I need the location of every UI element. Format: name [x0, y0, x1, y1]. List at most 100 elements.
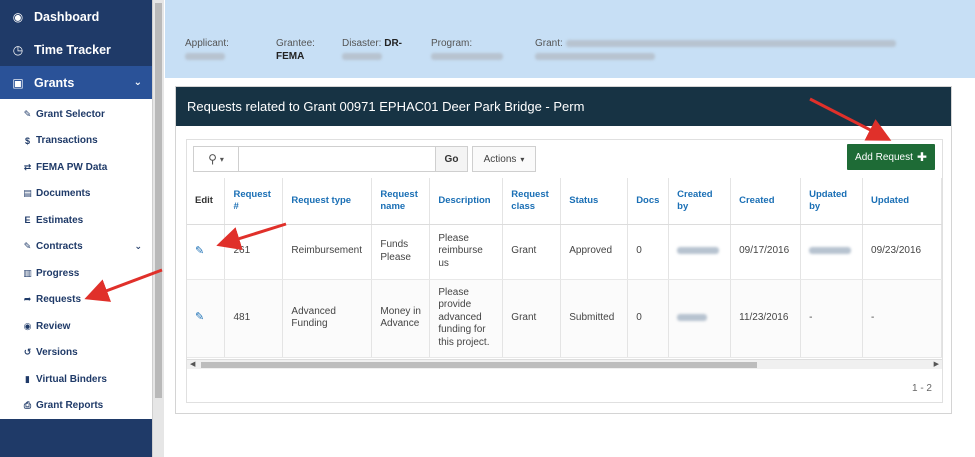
- sidebar-item-label: Grants: [34, 75, 75, 90]
- chevron-down-icon: ▾: [219, 154, 224, 164]
- grant-info-bar: Applicant: Grantee: FEMA Disaster: DR- P…: [165, 0, 975, 78]
- col-status[interactable]: Status: [560, 178, 629, 225]
- col-edit: Edit: [187, 178, 226, 225]
- sidebar-item-review[interactable]: ◉ Review: [0, 313, 152, 340]
- sidebar-item-label: Contracts: [36, 241, 83, 253]
- program-info: Program:: [431, 37, 503, 63]
- edit-icon: ✎: [23, 241, 32, 252]
- sidebar-item-dashboard[interactable]: ◉ Dashboard: [0, 0, 152, 33]
- col-updated[interactable]: Updated: [862, 178, 942, 225]
- search-column-button[interactable]: ⚲ ▾: [194, 147, 239, 171]
- redacted-value: [677, 313, 708, 321]
- report-toolbar: ⚲ ▾ Go Actions ▾: [193, 146, 536, 172]
- sidebar-item-label: Dashboard: [34, 9, 100, 24]
- cell-updated-by: -: [800, 279, 864, 358]
- cell-updated-by: [800, 224, 864, 280]
- clock-icon: ◷: [12, 42, 24, 57]
- sidebar-item-contracts[interactable]: ✎ Contracts ⌄: [0, 234, 152, 261]
- grantee-info: Grantee: FEMA: [276, 37, 315, 63]
- money-icon: ▣: [12, 75, 24, 90]
- cell-request-num: 261: [224, 224, 284, 280]
- chevron-down-icon: ▾: [520, 154, 525, 164]
- col-created-by[interactable]: Created by: [668, 178, 732, 225]
- panel-title: Requests related to Grant 00971 EPHAC01 …: [176, 87, 951, 126]
- sidebar-item-label: Estimates: [36, 214, 84, 226]
- cell-request-type: Reimbursement: [282, 224, 373, 280]
- chevron-down-icon: ⌄: [134, 241, 142, 252]
- col-request-name[interactable]: Request name: [371, 178, 431, 225]
- cell-request-class: Grant: [502, 224, 562, 280]
- cell-updated: 09/23/2016: [862, 224, 942, 280]
- horizontal-scrollbar[interactable]: ◀ ▶: [187, 359, 942, 369]
- sidebar-item-grant-reports[interactable]: ⎙ Grant Reports: [0, 393, 152, 420]
- share-icon: ➦: [23, 294, 32, 305]
- history-icon: ↺: [23, 347, 32, 358]
- sidebar-item-requests[interactable]: ➦ Requests: [0, 287, 152, 314]
- scrollbar-thumb[interactable]: [201, 362, 757, 368]
- redacted-value: [535, 52, 655, 60]
- cell-description: Please provide advanced funding for this…: [429, 279, 504, 358]
- cell-request-class: Grant: [502, 279, 562, 358]
- cell-created-by: [668, 279, 732, 358]
- book-icon: ▮: [25, 373, 30, 384]
- sidebar-item-label: Requests: [36, 294, 82, 306]
- eye-icon: ◉: [23, 320, 32, 331]
- sidebar-item-grant-selector[interactable]: ✎ Grant Selector: [0, 101, 152, 128]
- disaster-info: Disaster: DR-: [342, 37, 402, 63]
- sidebar: ◉ Dashboard ◷ Time Tracker ▣ Grants ⌄ ✎ G…: [0, 0, 152, 457]
- sidebar-item-grants[interactable]: ▣ Grants ⌄: [0, 66, 152, 99]
- table-row: ✎ 481 Advanced Funding Money in Advance …: [187, 279, 942, 358]
- sidebar-item-fema-pw-data[interactable]: ⇄ FEMA PW Data: [0, 154, 152, 181]
- search-group: ⚲ ▾ Go: [193, 146, 468, 172]
- disaster-label: Disaster:: [342, 38, 382, 49]
- scrollbar-thumb[interactable]: [155, 3, 162, 398]
- col-request-num[interactable]: Request #: [224, 178, 284, 225]
- cell-created: 09/17/2016: [730, 224, 802, 280]
- bar-chart-icon: ▥: [23, 267, 32, 278]
- scroll-left-icon[interactable]: ◀: [190, 360, 195, 370]
- pencil-icon[interactable]: ✎: [195, 311, 204, 323]
- go-button[interactable]: Go: [435, 147, 467, 171]
- sidebar-item-virtual-binders[interactable]: ▮ Virtual Binders: [0, 366, 152, 393]
- col-request-class[interactable]: Request class: [502, 178, 562, 225]
- col-created[interactable]: Created: [730, 178, 802, 225]
- grants-submenu: ✎ Grant Selector $ Transactions ⇄ FEMA PW D…: [0, 99, 152, 419]
- sidebar-item-versions[interactable]: ↺ Versions: [0, 340, 152, 367]
- sidebar-item-estimates[interactable]: Ε Estimates: [0, 207, 152, 234]
- requests-panel: Requests related to Grant 00971 EPHAC01 …: [175, 86, 952, 414]
- sidebar-footer: [0, 428, 152, 457]
- edit-icon: ✎: [23, 108, 32, 119]
- cell-request-num: 481: [224, 279, 284, 358]
- col-docs[interactable]: Docs: [627, 178, 670, 225]
- grant-label: Grant:: [535, 38, 563, 49]
- redacted-value: [185, 52, 225, 60]
- requests-table: Edit Request # Request type Request name…: [187, 178, 942, 358]
- search-input[interactable]: [239, 147, 435, 171]
- sidebar-item-label: Versions: [36, 347, 78, 359]
- sidebar-item-transactions[interactable]: $ Transactions: [0, 128, 152, 155]
- sidebar-item-time-tracker[interactable]: ◷ Time Tracker: [0, 33, 152, 66]
- sidebar-item-documents[interactable]: ▤ Documents: [0, 181, 152, 208]
- col-description[interactable]: Description: [429, 178, 504, 225]
- pencil-icon[interactable]: ✎: [195, 245, 204, 257]
- redacted-value: [342, 52, 382, 60]
- exchange-icon: ⇄: [23, 161, 32, 172]
- table-row: ✎ 261 Reimbursement Funds Please Please …: [187, 224, 942, 280]
- col-updated-by[interactable]: Updated by: [800, 178, 864, 225]
- ledger-icon: Ε: [24, 215, 31, 226]
- disaster-value: DR-: [384, 38, 403, 49]
- sidebar-scrollbar[interactable]: [152, 0, 164, 457]
- sidebar-item-progress[interactable]: ▥ Progress: [0, 260, 152, 287]
- applicant-info: Applicant:: [185, 37, 229, 63]
- scroll-right-icon[interactable]: ▶: [934, 360, 939, 370]
- grantee-value: FEMA: [276, 51, 305, 62]
- grant-info: Grant:: [535, 37, 896, 63]
- sidebar-item-label: FEMA PW Data: [36, 161, 108, 173]
- applicant-label: Applicant:: [185, 38, 229, 49]
- actions-button[interactable]: Actions ▾: [472, 146, 536, 172]
- cell-request-name: Money in Advance: [371, 279, 431, 358]
- cell-request-name: Funds Please: [371, 224, 431, 280]
- col-request-type[interactable]: Request type: [282, 178, 373, 225]
- sidebar-item-label: Grant Reports: [36, 400, 104, 412]
- actions-label: Actions: [483, 153, 517, 165]
